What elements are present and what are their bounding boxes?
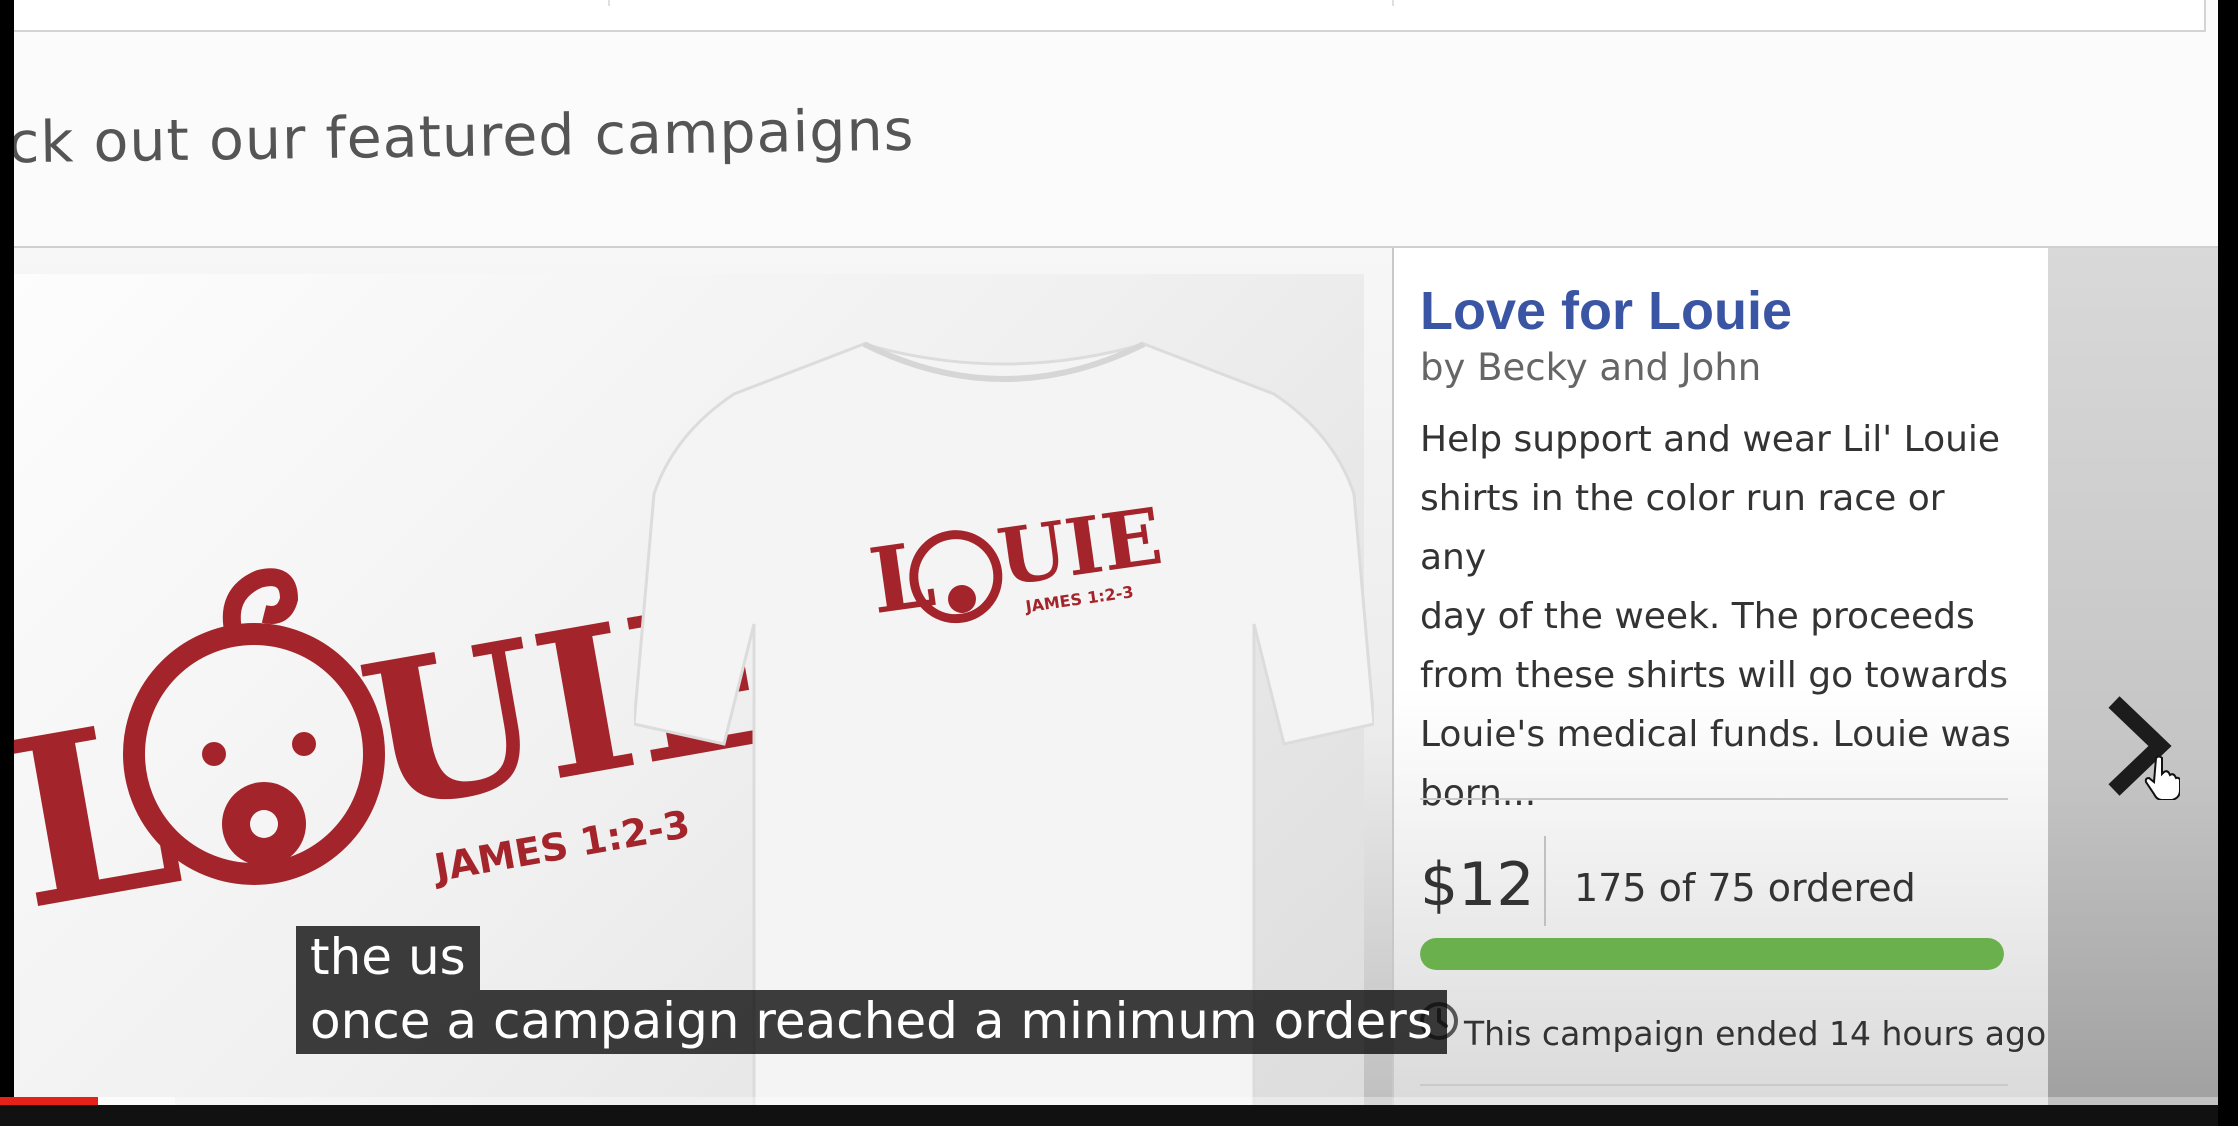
subtitle-line-1: the us bbox=[296, 926, 480, 990]
top-navigation-bar bbox=[14, 0, 2206, 32]
price-separator bbox=[1544, 836, 1546, 926]
svg-text:L: L bbox=[14, 668, 196, 924]
video-played-bar bbox=[0, 1097, 99, 1105]
campaign-description: Help support and wear Lil' Louie shirts … bbox=[1420, 410, 2020, 823]
divider bbox=[1420, 1084, 2008, 1086]
nav-separator bbox=[608, 0, 610, 6]
description-line: from these shirts will go towards bbox=[1420, 655, 2008, 696]
hand-pointer-icon bbox=[2144, 755, 2180, 800]
description-line: Help support and wear Lil' Louie bbox=[1420, 419, 2001, 460]
description-line: shirts in the color run race or any bbox=[1420, 478, 1945, 578]
order-progress-fill bbox=[1420, 938, 2004, 970]
featured-campaigns-heading: ck out our featured campaigns bbox=[14, 97, 915, 177]
campaign-byline: by Becky and John bbox=[1420, 346, 1762, 389]
video-controls-strip bbox=[0, 1105, 2238, 1126]
order-progress-bar bbox=[1420, 938, 2004, 970]
nav-separator bbox=[1392, 0, 1394, 6]
description-line: day of the week. The proceeds bbox=[1420, 596, 1975, 637]
video-edge bbox=[2218, 0, 2238, 1126]
campaign-info-panel: Love for Louie by Becky and John Help su… bbox=[1392, 248, 2052, 1126]
divider bbox=[1420, 798, 2008, 800]
description-line: born... bbox=[1420, 773, 1537, 814]
campaign-title-link[interactable]: Love for Louie bbox=[1420, 280, 1792, 342]
order-count: 175 of 75 ordered bbox=[1574, 866, 1916, 910]
video-subtitles: the us once a campaign reached a minimum… bbox=[296, 926, 1447, 1054]
description-line: Louie's medical funds. Louie was bbox=[1420, 714, 2011, 755]
campaign-ended-status: This campaign ended 14 hours ago bbox=[1464, 1014, 2047, 1053]
campaign-price: $12 bbox=[1420, 850, 1535, 920]
carousel-next-area[interactable] bbox=[2048, 248, 2218, 1126]
subtitle-line-2: once a campaign reached a minimum orders bbox=[296, 990, 1447, 1054]
video-progress-bar[interactable] bbox=[0, 1097, 2238, 1105]
